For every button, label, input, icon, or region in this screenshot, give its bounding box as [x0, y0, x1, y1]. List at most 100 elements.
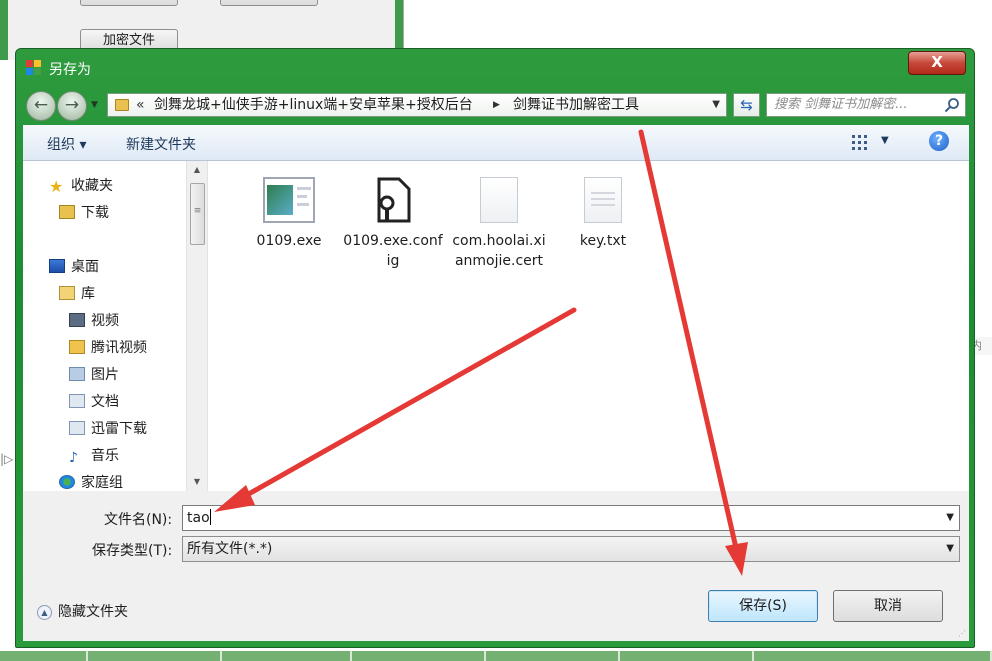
new-folder-button[interactable]: 新建文件夹 [126, 134, 196, 154]
address-dropdown-icon[interactable]: ▼ [712, 94, 720, 116]
background-button-1[interactable] [80, 0, 178, 6]
nav-label: 图片 [91, 367, 119, 383]
nav-item-documents[interactable]: 文档 [69, 391, 119, 411]
document-library-icon [69, 394, 85, 408]
nav-label: 腾讯视频 [91, 340, 147, 356]
breadcrumb-separator[interactable]: ▶ [493, 94, 500, 116]
taskbar-item[interactable] [754, 651, 992, 661]
forward-arrow-icon[interactable]: → [57, 91, 87, 121]
save-as-dialog: 另存为 X ← → ▼ « 剑舞龙城+仙侠手游+linux端+安卓苹果+授权后台… [15, 48, 975, 648]
taskbar-item[interactable] [486, 651, 620, 661]
file-name-input[interactable]: tao ▼ [182, 505, 960, 531]
command-bar: 组织 ▾ 新建文件夹 ▼ ? [23, 125, 969, 161]
document-icon [480, 177, 518, 223]
background-window-frame [0, 0, 8, 60]
address-bar[interactable]: « 剑舞龙城+仙侠手游+linux端+安卓苹果+授权后台 ▶ 剑舞证书加解密工具… [107, 93, 727, 117]
file-type-value: 所有文件(*.*) [187, 541, 273, 557]
file-name-dropdown-icon[interactable]: ▼ [946, 506, 954, 530]
file-name-value: tao [187, 510, 210, 526]
file-type-dropdown-icon[interactable]: ▼ [946, 537, 954, 561]
downloads-folder-icon [59, 205, 75, 219]
file-item[interactable]: 0109.exe [239, 177, 339, 251]
nav-item-music[interactable]: ♪ 音乐 [69, 445, 119, 465]
save-options-panel: 文件名(N): tao ▼ 保存类型(T): 所有文件(*.*) ▼ ▲ 隐藏文件… [23, 491, 969, 641]
taskbar-item[interactable] [88, 651, 222, 661]
nav-label: 下载 [81, 205, 109, 221]
file-item[interactable]: 0109.exe.config [343, 177, 443, 271]
help-icon[interactable]: ? [929, 131, 949, 151]
breadcrumb-segment-current[interactable]: 剑舞证书加解密工具 [513, 94, 639, 116]
search-input[interactable]: 搜索 剑舞证书加解密... [766, 93, 966, 117]
file-name: 0109.exe [256, 233, 322, 249]
nav-item-videos[interactable]: 视频 [69, 310, 119, 330]
navigation-pane: ★ 收藏夹 下载 桌面 库 视频 腾讯视频 图片 文档 迅雷下载 ♪ 音乐 家庭… [23, 161, 186, 491]
picture-library-icon [69, 367, 85, 381]
file-type-label: 保存类型(T): [92, 543, 173, 559]
nav-label: 家庭组 [81, 475, 123, 491]
taskbar-item[interactable] [0, 651, 88, 661]
navigation-bar: ← → ▼ « 剑舞龙城+仙侠手游+linux端+安卓苹果+授权后台 ▶ 剑舞证… [23, 91, 969, 121]
nav-item-xunlei[interactable]: 迅雷下载 [69, 418, 147, 438]
taskbar-item[interactable] [620, 651, 754, 661]
dialog-title: 另存为 [49, 62, 91, 78]
scroll-up-arrow-icon[interactable]: ▲ [187, 161, 207, 179]
background-button-2[interactable] [220, 0, 318, 6]
cancel-button[interactable]: 取消 [833, 590, 943, 622]
taskbar-item[interactable] [352, 651, 486, 661]
close-button[interactable]: X [908, 51, 966, 75]
save-button[interactable]: 保存(S) [708, 590, 818, 622]
nav-item-tencent-video[interactable]: 腾讯视频 [69, 337, 147, 357]
hide-folders-toggle[interactable]: ▲ 隐藏文件夹 [37, 601, 128, 621]
search-icon[interactable] [944, 97, 960, 113]
scroll-thumb[interactable]: ≡ [190, 183, 205, 245]
file-list: 0109.exe 0109.exe.config com.hoolai.xian… [213, 161, 969, 491]
navigation-scrollbar[interactable]: ▲ ≡ ▼ [186, 161, 208, 491]
file-item[interactable]: key.txt [553, 177, 653, 251]
organize-menu[interactable]: 组织 ▾ [47, 134, 86, 154]
breadcrumb-segment[interactable]: 剑舞龙城+仙侠手游+linux端+安卓苹果+授权后台 [154, 94, 473, 116]
refresh-icon[interactable]: ⇆ [733, 93, 760, 117]
nav-label: 桌面 [71, 259, 99, 275]
nav-item-desktop[interactable]: 桌面 [49, 256, 99, 276]
view-dropdown-icon[interactable]: ▼ [881, 135, 889, 146]
folder-icon [115, 99, 129, 111]
browser-area: ★ 收藏夹 下载 桌面 库 视频 腾讯视频 图片 文档 迅雷下载 ♪ 音乐 家庭… [23, 161, 969, 491]
music-library-icon: ♪ [69, 450, 78, 466]
homegroup-icon [59, 475, 75, 489]
desktop-icon [49, 259, 65, 273]
video-library-icon [69, 313, 85, 327]
search-placeholder: 搜索 剑舞证书加解密... [774, 97, 908, 112]
nav-item-pictures[interactable]: 图片 [69, 364, 119, 384]
file-item[interactable]: com.hoolai.xianmojie.cert [449, 177, 549, 271]
config-icon [367, 177, 419, 223]
text-caret [209, 509, 211, 525]
file-name: 0109.exe.config [343, 233, 443, 269]
nav-item-favorites[interactable]: ★ 收藏夹 [49, 175, 113, 195]
nav-item-libraries[interactable]: 库 [59, 283, 95, 303]
nav-label: 库 [81, 286, 95, 302]
text-file-icon [584, 177, 622, 223]
nav-item-downloads[interactable]: 下载 [59, 202, 109, 222]
view-options-icon[interactable] [852, 135, 868, 151]
recent-locations-dropdown-icon[interactable]: ▼ [91, 100, 98, 110]
file-name: key.txt [579, 233, 627, 249]
collapse-up-icon: ▲ [37, 605, 52, 620]
file-name: com.hoolai.xianmojie.cert [452, 233, 546, 269]
file-type-select[interactable]: 所有文件(*.*) ▼ [182, 536, 960, 562]
nav-item-homegroup[interactable]: 家庭组 [59, 472, 123, 492]
save-as-window-icon [26, 60, 42, 76]
nav-label: 文档 [91, 394, 119, 410]
nav-label: 音乐 [91, 448, 119, 464]
libraries-icon [59, 286, 75, 300]
resize-grip-icon[interactable]: ⋰ [958, 629, 966, 638]
back-arrow-icon[interactable]: ← [26, 91, 56, 121]
nav-label: 迅雷下载 [91, 421, 147, 437]
breadcrumb-overflow[interactable]: « [136, 94, 145, 116]
exe-icon [263, 177, 315, 223]
hide-folders-label: 隐藏文件夹 [58, 604, 128, 620]
taskbar [0, 651, 992, 661]
folder-icon [69, 340, 85, 354]
title-bar[interactable]: 另存为 X [16, 49, 974, 89]
scroll-down-arrow-icon[interactable]: ▼ [187, 473, 207, 491]
taskbar-item[interactable] [222, 651, 352, 661]
